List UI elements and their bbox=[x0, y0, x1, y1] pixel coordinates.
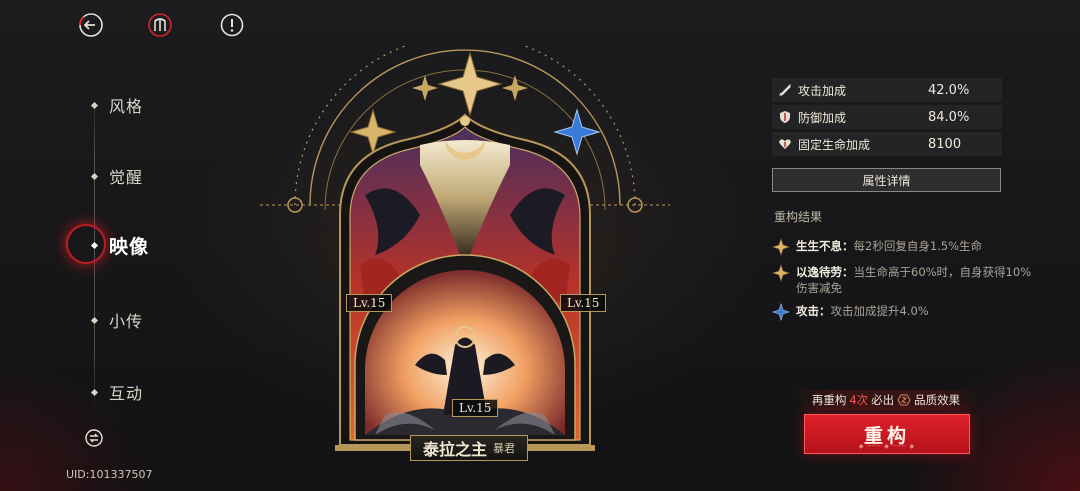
effect-name: 生生不息： bbox=[796, 239, 854, 253]
nav-item-biography[interactable]: 小传 bbox=[88, 308, 143, 332]
guarantee-prefix: 再重构 bbox=[811, 393, 847, 407]
nav-item-interact[interactable]: 互动 bbox=[88, 380, 143, 404]
quality-rank-icon bbox=[897, 394, 911, 406]
stat-value: 8100 bbox=[928, 136, 962, 152]
stat-row-defense: 防御加成 84.0% bbox=[772, 105, 1002, 129]
effect-item: 攻击：攻击加成提升4.0% bbox=[772, 303, 1034, 321]
character-name: 泰拉之主 bbox=[423, 440, 488, 459]
gold-star-icon bbox=[772, 264, 790, 282]
guarantee-notice: 再重构 4次 必出 品质效果 bbox=[794, 390, 978, 410]
effect-desc: 每2秒回复自身1.5%生命 bbox=[853, 239, 983, 253]
stat-label: 固定生命加成 bbox=[798, 137, 871, 152]
effect-name: 以逸待劳： bbox=[796, 265, 854, 279]
nav-item-label: 映像 bbox=[109, 236, 150, 258]
level-badge-left: Lv.15 bbox=[346, 294, 393, 312]
nav-bullet bbox=[90, 172, 99, 180]
stat-row-attack: 攻击加成 42.0% bbox=[772, 78, 1002, 102]
level-badge-bottom: Lv.15 bbox=[452, 399, 499, 417]
guarantee-count: 4次 bbox=[849, 393, 869, 407]
stat-value: 42.0% bbox=[928, 82, 970, 98]
effect-desc: 攻击加成提升4.0% bbox=[830, 304, 929, 318]
character-subtitle: 暴君 bbox=[493, 442, 516, 455]
emblem-icon[interactable] bbox=[147, 12, 173, 38]
nav-item-awaken[interactable]: 觉醒 bbox=[88, 164, 143, 188]
character-name-plate: 泰拉之主 暴君 bbox=[410, 435, 529, 461]
effect-text: 攻击：攻击加成提升4.0% bbox=[796, 303, 929, 319]
gold-star-icon bbox=[772, 238, 790, 256]
guarantee-middle: 必出 bbox=[871, 393, 895, 407]
level-badge-right: Lv.15 bbox=[560, 294, 607, 312]
swap-icon[interactable] bbox=[84, 428, 104, 448]
stat-row-hp: 固定生命加成 8100 bbox=[772, 132, 1002, 156]
blue-star-icon bbox=[772, 303, 790, 321]
effect-text: 以逸待劳：当生命高于60%时，自身获得10%伤害减免 bbox=[796, 264, 1034, 296]
attribute-details-button[interactable]: 属性详情 bbox=[772, 168, 1001, 192]
effect-item: 以逸待劳：当生命高于60%时，自身获得10%伤害减免 bbox=[772, 264, 1034, 296]
stat-label: 防御加成 bbox=[798, 110, 847, 125]
nav-item-label: 觉醒 bbox=[109, 168, 144, 187]
rebuild-button[interactable]: 重构 ◆ ─── ◆ ─── ◆ bbox=[804, 414, 970, 454]
info-icon[interactable] bbox=[219, 12, 245, 38]
shield-icon bbox=[778, 110, 792, 124]
button-ornament: ◆ ─── ◆ ─── ◆ bbox=[858, 443, 916, 450]
nav-bullet bbox=[90, 388, 99, 396]
heart-icon bbox=[778, 137, 792, 151]
guarantee-suffix: 品质效果 bbox=[914, 393, 961, 407]
effect-name: 攻击： bbox=[796, 304, 831, 318]
uid-label: UID:101337507 bbox=[66, 468, 153, 481]
stats-panel: 攻击加成 42.0% 防御加成 84.0% 固定生命加成 8100 bbox=[772, 78, 1002, 159]
nav-item-label: 小传 bbox=[109, 312, 144, 331]
nav-bullet bbox=[90, 316, 99, 324]
nav-item-image[interactable]: 映像 bbox=[88, 232, 149, 259]
back-arrow-icon[interactable] bbox=[78, 12, 104, 38]
nav-item-style[interactable]: 风格 bbox=[88, 93, 143, 117]
effect-text: 生生不息：每2秒回复自身1.5%生命 bbox=[796, 238, 982, 254]
stat-label: 攻击加成 bbox=[798, 83, 847, 98]
reroll-result-title: 重构结果 bbox=[774, 210, 823, 224]
nav-item-label: 互动 bbox=[109, 384, 144, 403]
nav-bullet bbox=[90, 241, 99, 250]
nav-item-label: 风格 bbox=[109, 97, 144, 116]
effect-item: 生生不息：每2秒回复自身1.5%生命 bbox=[772, 238, 1034, 256]
nav-bullet bbox=[90, 101, 99, 109]
stat-value: 84.0% bbox=[928, 109, 970, 125]
sword-icon bbox=[778, 83, 792, 97]
